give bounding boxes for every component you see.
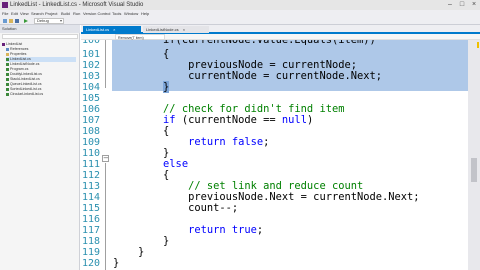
tree-item-label: LinkedList — [6, 42, 23, 46]
scrollbar-thumb[interactable] — [471, 158, 477, 182]
csharp-file-icon — [6, 92, 9, 96]
title-bar: LinkedList - LinkedList.cs - Microsoft V… — [0, 0, 480, 10]
code-line: 120 } — [81, 256, 468, 270]
references-icon — [6, 47, 9, 51]
open-folder-icon[interactable] — [9, 19, 13, 23]
menu-window[interactable]: Window — [124, 10, 138, 17]
csharp-file-icon — [6, 67, 9, 71]
csharp-file-icon — [6, 87, 9, 91]
window-title: LinkedList - LinkedList.cs - Microsoft V… — [10, 2, 144, 8]
app-icon — [2, 2, 8, 8]
csharp-file-icon — [6, 72, 9, 76]
new-file-icon[interactable] — [3, 19, 7, 23]
close-icon[interactable]: × — [113, 27, 115, 32]
tab-linkedlistnode-cs[interactable]: LinkedListNode.cs × — [143, 26, 209, 33]
tab-label: LinkedListNode.cs — [146, 27, 179, 32]
tree-item-label: StackLinkedList.cs — [10, 77, 40, 81]
csharp-file-icon — [6, 77, 9, 81]
toolbar: Debug ▾ — [0, 17, 480, 25]
menu-run[interactable]: Run — [73, 10, 80, 17]
solution-search-input[interactable] — [2, 34, 78, 39]
scroll-marker — [477, 42, 479, 48]
folder-icon — [6, 52, 9, 56]
menu-bar: File Edit View Search Project Build Run … — [0, 10, 480, 17]
tree-item-label: QueueLinkedList.cs — [10, 82, 42, 86]
menu-build[interactable]: Build — [61, 10, 70, 17]
configuration-select[interactable]: Debug ▾ — [34, 18, 64, 24]
tree-item-label: DoublyLinkedList.cs — [10, 72, 42, 76]
menu-view[interactable]: View — [20, 10, 29, 17]
configuration-value: Debug — [37, 18, 49, 23]
tree-item-label: SortedLinkedList.cs — [10, 87, 42, 91]
tree-item-label: LinkedList.cs — [10, 57, 31, 61]
solution-explorer-header: Solution — [0, 25, 80, 33]
menu-version-control[interactable]: Version Control — [83, 10, 110, 17]
editor-tab-bar: LinkedList.cs × LinkedListNode.cs × — [81, 25, 480, 34]
csharp-file-icon — [6, 57, 9, 61]
close-icon[interactable]: × — [183, 27, 185, 32]
code-text: } — [113, 257, 120, 269]
run-icon[interactable] — [24, 19, 28, 23]
tab-label: LinkedList.cs — [86, 27, 110, 32]
tree-item-label: Properties — [10, 52, 27, 56]
save-icon[interactable] — [15, 19, 19, 23]
minimize-button[interactable]: – — [444, 0, 456, 10]
line-number: 120 — [81, 258, 100, 269]
csharp-file-icon — [6, 62, 9, 66]
solution-explorer: Solution LinkedList References Propertie… — [0, 25, 80, 270]
tree-item-label: Program.cs — [10, 67, 29, 71]
tree-item-label: References — [10, 47, 29, 51]
menu-help[interactable]: Help — [141, 10, 149, 17]
tree-item-label: CircularLinkedList.cs — [10, 92, 44, 96]
project-icon — [2, 42, 5, 46]
menu-project[interactable]: Project — [45, 10, 57, 17]
chevron-down-icon: ▾ — [59, 18, 62, 23]
tree-item-circularlinkedlist-cs[interactable]: CircularLinkedList.cs — [6, 92, 43, 97]
menu-search[interactable]: Search — [31, 10, 44, 17]
vertical-scrollbar[interactable] — [468, 40, 480, 270]
close-button[interactable]: × — [468, 0, 480, 10]
menu-file[interactable]: File — [2, 10, 8, 17]
menu-edit[interactable]: Edit — [11, 10, 18, 17]
tab-linkedlist-cs[interactable]: LinkedList.cs × — [83, 26, 141, 33]
tree-item-label: LinkedListNode.cs — [10, 62, 40, 66]
menu-tools[interactable]: Tools — [112, 10, 121, 17]
solution-explorer-title: Solution — [2, 26, 17, 31]
csharp-file-icon — [6, 82, 9, 86]
code-editor[interactable]: − 100 if(currentNode.Value.Equals(item))… — [81, 40, 468, 270]
maximize-button[interactable]: □ — [456, 0, 468, 10]
